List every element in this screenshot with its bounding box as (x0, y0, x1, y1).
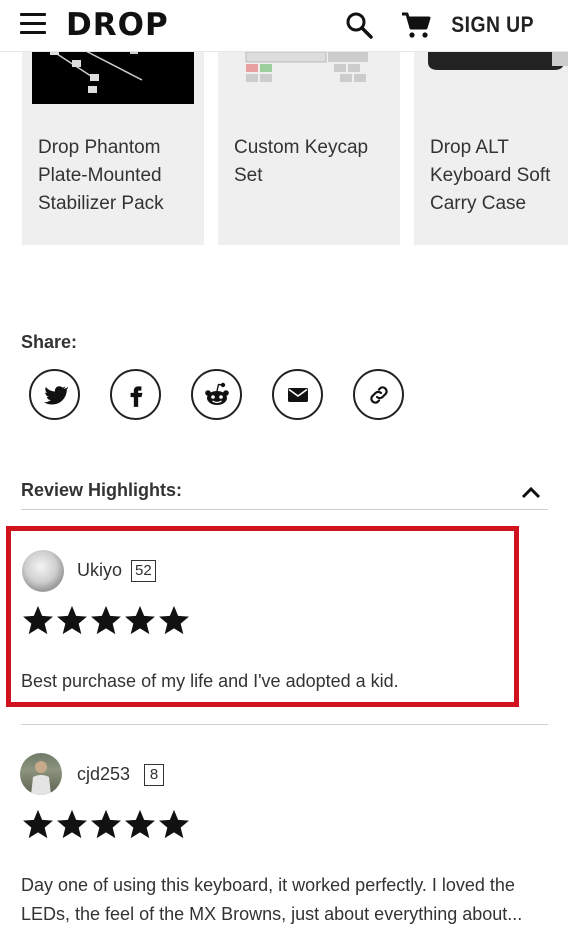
review-text: Day one of using this keyboard, it worke… (21, 875, 523, 924)
cart-icon[interactable] (400, 10, 431, 40)
product-card[interactable]: Drop Phantom Plate-Mounted Stabilizer Pa… (22, 40, 204, 245)
product-card[interactable]: Custom Keycap Set (218, 40, 400, 245)
star-icon (57, 809, 87, 839)
twitter-icon (43, 385, 68, 405)
star-icon (125, 605, 155, 635)
reddit-share-button[interactable] (191, 369, 242, 420)
link-icon (369, 385, 388, 404)
review-username[interactable]: Ukiyo (77, 560, 122, 581)
facebook-icon (130, 385, 142, 407)
chevron-up-icon[interactable] (518, 482, 544, 504)
search-icon[interactable] (344, 10, 374, 40)
user-badge: 8 (144, 764, 164, 786)
email-share-button[interactable] (272, 369, 323, 420)
review-text: Best purchase of my life and I've adopte… (21, 671, 399, 691)
star-icon (57, 605, 87, 635)
copy-link-button[interactable] (353, 369, 404, 420)
facebook-share-button[interactable] (110, 369, 161, 420)
reddit-icon (204, 382, 229, 405)
star-icon (159, 605, 189, 635)
star-rating (22, 605, 190, 636)
star-icon (23, 809, 53, 839)
divider (21, 509, 548, 510)
product-name[interactable]: Custom Keycap Set (234, 134, 394, 190)
avatar[interactable] (20, 753, 62, 795)
product-name[interactable]: Drop ALT Keyboard Soft Carry Case (430, 134, 568, 218)
star-icon (159, 809, 189, 839)
avatar[interactable] (22, 550, 64, 592)
site-header: DROP SIGN UP (0, 0, 568, 52)
drop-logo[interactable]: DROP (66, 8, 169, 42)
divider (21, 724, 548, 725)
product-card[interactable]: Drop ALT Keyboard Soft Carry Case (414, 40, 568, 245)
review-highlights-title: Review Highlights: (21, 480, 183, 500)
twitter-share-button[interactable] (29, 369, 80, 420)
star-icon (91, 605, 121, 635)
star-rating (22, 809, 190, 840)
menu-icon[interactable] (20, 13, 46, 35)
star-icon (23, 605, 53, 635)
share-label: Share: (21, 332, 78, 352)
user-badge: 52 (131, 560, 156, 582)
product-name[interactable]: Drop Phantom Plate-Mounted Stabilizer Pa… (38, 134, 198, 218)
review-username[interactable]: cjd253 (77, 764, 130, 785)
sign-up-link[interactable]: SIGN UP (451, 12, 534, 38)
star-icon (91, 809, 121, 839)
star-icon (125, 809, 155, 839)
email-icon (287, 387, 308, 402)
